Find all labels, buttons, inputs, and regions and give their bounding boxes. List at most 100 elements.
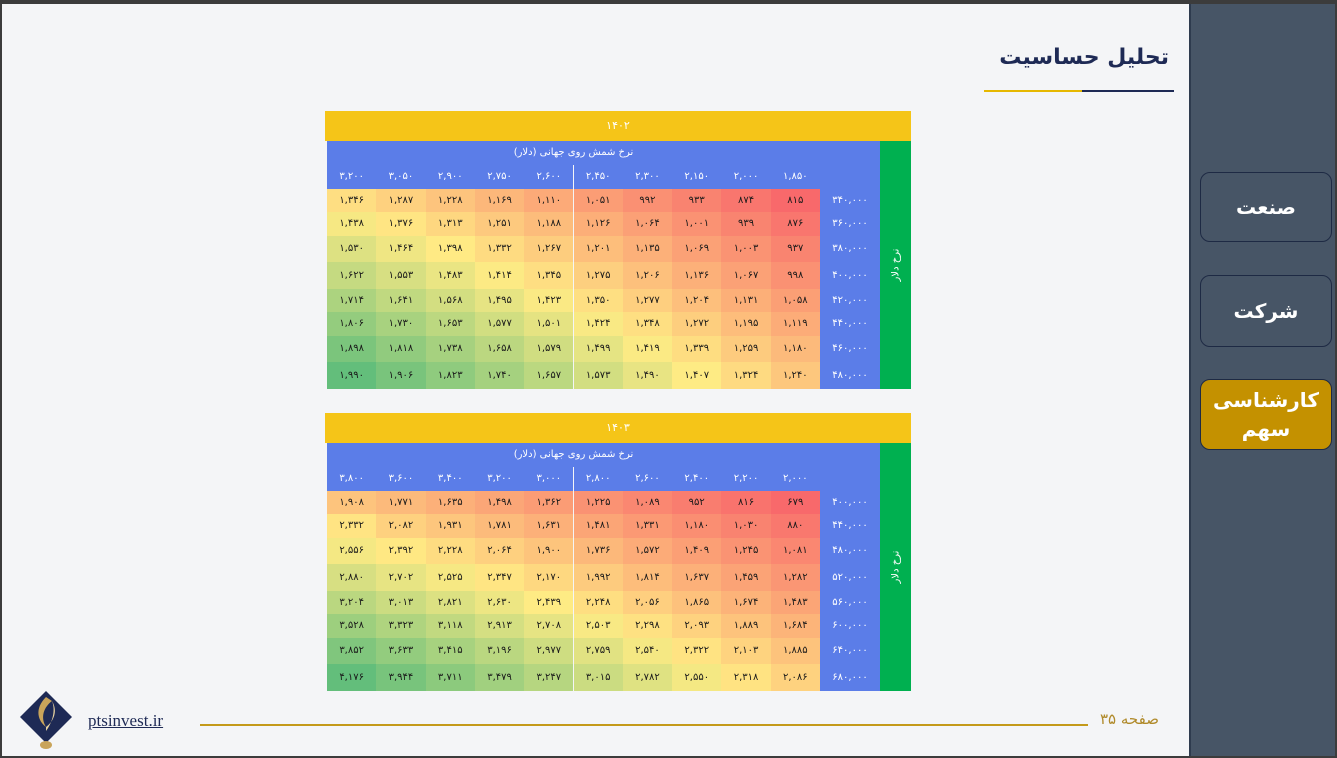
table-cell: ۱,۲۷۵ <box>573 262 623 289</box>
table-cell: ۱,۵۵۳ <box>376 262 426 289</box>
column-header: ۳,۰۰۰ <box>524 467 574 491</box>
table-cell: ۱,۴۰۹ <box>672 538 722 564</box>
column-header: ۳,۰۵۰ <box>376 165 426 189</box>
table-cell: ۱,۶۵۳ <box>425 312 475 336</box>
table-cell: ۱,۷۳۰ <box>376 312 426 336</box>
table-cell: ۱,۰۵۸ <box>770 289 820 312</box>
table-cell: ۱,۵۰۱ <box>524 312 574 336</box>
table-cell: ۱,۳۵۰ <box>573 289 623 312</box>
table-cell: ۲,۳۳۲ <box>327 514 377 538</box>
table-cell: ۱,۷۳۸ <box>425 336 475 362</box>
table-year: ۱۴۰۲ <box>325 111 911 141</box>
table-cell: ۲,۸۲۱ <box>425 591 475 614</box>
row-title-cell: نرخ دلار <box>880 141 911 389</box>
table-cell: ۱,۳۳۲ <box>474 236 525 262</box>
sidebar-item-stock-valuation[interactable]: کارشناسی سهم <box>1200 379 1332 450</box>
column-header: ۲,۰۰۰ <box>770 467 820 491</box>
title-underline-gold <box>984 90 1082 92</box>
column-header: ۳,۲۰۰ <box>474 467 525 491</box>
table-cell: ۱,۴۶۴ <box>376 236 426 262</box>
table-cell: ۲,۲۴۸ <box>573 591 623 614</box>
table-cell: ۱,۲۸۲ <box>770 564 820 591</box>
table-cell: ۳,۶۳۳ <box>376 638 426 664</box>
table-cell: ۱,۸۸۹ <box>721 614 771 638</box>
row-header: ۴۴۰,۰۰۰ <box>820 514 880 538</box>
table-cell: ۲,۷۵۹ <box>573 638 623 664</box>
column-header: ۲,۹۰۰ <box>425 165 475 189</box>
table-cell: ۲,۰۸۶ <box>770 664 820 691</box>
column-title: نرخ شمش روی جهانی (دلار) <box>327 141 820 165</box>
table-cell: ۱,۱۹۵ <box>721 312 771 336</box>
column-header: ۲,۸۰۰ <box>573 467 623 491</box>
table-cell: ۲,۵۲۵ <box>425 564 475 591</box>
row-header: ۵۶۰,۰۰۰ <box>820 591 880 614</box>
table-cell: ۱,۶۵۷ <box>524 362 574 389</box>
row-title-cell: نرخ دلار <box>880 443 911 691</box>
sidebar-item-industry[interactable]: صنعت <box>1200 172 1332 242</box>
table-cell: ۲,۲۲۸ <box>425 538 475 564</box>
website-link[interactable]: ptsinvest.ir <box>88 711 163 731</box>
table-cell: ۱,۶۳۷ <box>672 564 722 591</box>
table-cell: ۱,۳۳۱ <box>622 514 673 538</box>
table-cell: ۱,۲۵۱ <box>474 212 525 236</box>
table-cell: ۱,۰۵۱ <box>573 189 623 212</box>
table-cell: ۱,۹۰۰ <box>524 538 574 564</box>
table-cell: ۱,۲۴۰ <box>770 362 820 389</box>
table-body: نرخ شمش روی جهانی (دلار) نرخ دلار ۳,۸۰۰ ۳,۶… <box>325 443 911 691</box>
table-cell: ۲,۲۹۸ <box>622 614 673 638</box>
table-cell: ۱,۰۶۹ <box>672 236 722 262</box>
table-cell: ۲,۵۴۰ <box>622 638 673 664</box>
column-header: ۱,۸۵۰ <box>770 165 820 189</box>
table-cell: ۲,۳۱۸ <box>721 664 771 691</box>
row-header: ۳۶۰,۰۰۰ <box>820 212 880 236</box>
pts-logo-icon <box>20 691 72 749</box>
table-cell: ۲,۰۵۶ <box>622 591 673 614</box>
row-header: ۶۰۰,۰۰۰ <box>820 614 880 638</box>
table-cell: ۱,۲۰۶ <box>622 262 673 289</box>
sidebar-item-company[interactable]: شرکت <box>1200 275 1332 347</box>
title-underline-dark <box>1082 90 1174 92</box>
table-cell: ۱,۹۰۶ <box>376 362 426 389</box>
table-cell: ۱,۴۸۳ <box>770 591 820 614</box>
column-header: ۲,۳۰۰ <box>622 165 673 189</box>
table-cell: ۱,۵۷۳ <box>573 362 623 389</box>
table-cell: ۱,۸۸۵ <box>770 638 820 664</box>
table-cell: ۱,۵۳۰ <box>327 236 377 262</box>
table-cell: ۱,۰۶۴ <box>622 212 673 236</box>
table-cell: ۱,۳۹۸ <box>425 236 475 262</box>
table-cell: ۲,۵۵۶ <box>327 538 377 564</box>
table-cell: ۱,۹۰۸ <box>327 491 377 514</box>
table-cell: ۳,۲۴۷ <box>524 664 574 691</box>
table-cell: ۱,۶۷۴ <box>721 591 771 614</box>
row-title: نرخ دلار <box>890 248 901 282</box>
column-header: ۲,۶۰۰ <box>524 165 574 189</box>
column-header: ۳,۲۰۰ <box>327 165 377 189</box>
column-title: نرخ شمش روی جهانی (دلار) <box>327 443 820 467</box>
table-cell: ۱,۲۶۷ <box>524 236 574 262</box>
table-cell: ۱,۲۸۷ <box>376 189 426 212</box>
table-cell: ۱,۱۸۰ <box>770 336 820 362</box>
table-cell: ۱,۵۷۲ <box>622 538 673 564</box>
table-cell: ۱,۰۸۱ <box>770 538 820 564</box>
sidebar-item-label: کارشناسی سهم <box>1213 387 1319 441</box>
footer-line <box>200 724 1088 726</box>
column-header: ۲,۶۰۰ <box>622 467 673 491</box>
table-cell: ۳,۲۰۴ <box>327 591 377 614</box>
table-cell: ۲,۹۷۷ <box>524 638 574 664</box>
table-cell: ۱,۶۲۲ <box>327 262 377 289</box>
table-cell: ۱,۷۸۱ <box>474 514 525 538</box>
table-cell: ۱,۴۵۹ <box>721 564 771 591</box>
page-title: تحلیل حساسیت <box>999 45 1169 70</box>
table-cell: ۹۹۲ <box>622 189 673 212</box>
table-cell: ۱,۰۰۱ <box>672 212 722 236</box>
row-header: ۴۸۰,۰۰۰ <box>820 362 880 389</box>
slide: تحلیل حساسیت ۱۴۰۲ نرخ شمش روی جهانی (دلار… <box>2 4 1335 756</box>
table-cell: ۲,۴۳۹ <box>524 591 574 614</box>
table-cell: ۱,۴۰۷ <box>672 362 722 389</box>
column-header: ۳,۶۰۰ <box>376 467 426 491</box>
table-cell: ۳,۰۱۵ <box>573 664 623 691</box>
table-cell: ۲,۱۷۰ <box>524 564 574 591</box>
table-cell: ۱,۸۱۴ <box>622 564 673 591</box>
table-cell: ۲,۹۱۳ <box>474 614 525 638</box>
row-header: ۵۲۰,۰۰۰ <box>820 564 880 591</box>
